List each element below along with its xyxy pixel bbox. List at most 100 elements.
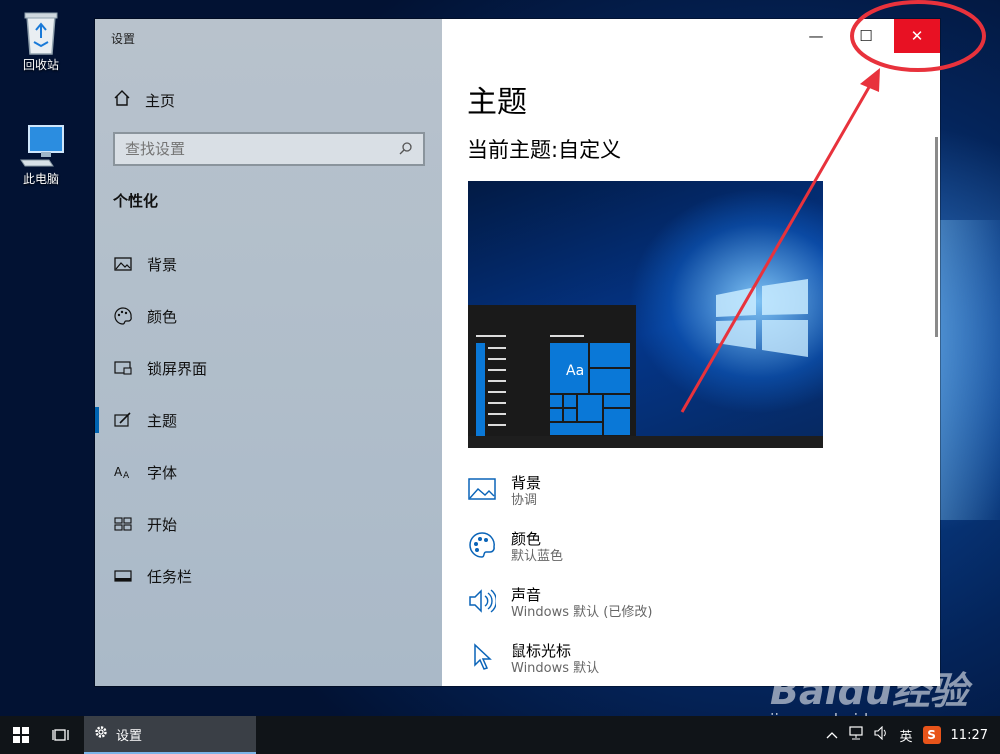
setting-row-cursor[interactable]: 鼠标光标 Windows 默认 [467, 642, 599, 678]
task-view-icon [52, 729, 69, 741]
current-theme-label: 当前主题:自定义 [467, 138, 622, 162]
sidebar-item-label: 锁屏界面 [147, 359, 208, 378]
start-tiles-icon [113, 514, 133, 534]
ime-indicator[interactable]: 英 [900, 726, 913, 745]
lock-screen-icon [113, 358, 133, 378]
setting-title: 声音 [511, 586, 542, 604]
network-icon[interactable] [848, 726, 864, 744]
search-icon[interactable] [399, 140, 413, 159]
settings-sidebar: 设置 主页 个性化 背景 颜色 [95, 19, 442, 686]
gear-icon [94, 725, 108, 743]
clock[interactable]: 11:27 [951, 728, 988, 743]
windows-logo-icon [13, 727, 29, 743]
preview-tile [604, 409, 630, 435]
search-input[interactable] [125, 140, 375, 158]
preview-menu-line [476, 335, 506, 337]
preview-menu-line [488, 424, 506, 426]
page-title: 主题 [467, 85, 527, 120]
theme-preview: Aa [468, 181, 823, 448]
search-box[interactable] [113, 132, 425, 166]
picture-icon [113, 254, 133, 274]
svg-text:A: A [123, 471, 130, 480]
sidebar-item-label: 颜色 [147, 307, 178, 326]
palette-icon [113, 306, 133, 326]
sidebar-item-taskbar[interactable]: 任务栏 [113, 564, 192, 588]
settings-window: 设置 主页 个性化 背景 颜色 [95, 19, 940, 686]
recycle-bin-icon [19, 8, 63, 55]
desktop-icon-this-pc[interactable]: 此电脑 [6, 122, 76, 187]
desktop-icon-label: 回收站 [22, 58, 59, 72]
speaker-icon [467, 586, 497, 616]
picture-icon [467, 474, 497, 504]
sidebar-item-themes[interactable]: 主题 [113, 408, 177, 432]
preview-menu-line [488, 391, 506, 393]
preview-menu-line [488, 369, 506, 371]
windows-logo-light [716, 279, 808, 357]
preview-tile [590, 343, 630, 367]
setting-title: 颜色 [511, 530, 542, 548]
settings-content: — ☐ ✕ 主题 当前主题:自定义 Aa 背景 协调 颜色 默认蓝色 声音 Wi… [442, 19, 940, 686]
taskbar-app-settings[interactable]: 设置 [84, 716, 256, 754]
setting-row-background[interactable]: 背景 协调 [467, 474, 541, 510]
home-icon [113, 89, 131, 111]
preview-menu-line [488, 413, 506, 415]
close-button[interactable]: ✕ [894, 19, 940, 53]
sidebar-item-label: 任务栏 [147, 567, 193, 586]
sidebar-item-lock-screen[interactable]: 锁屏界面 [113, 356, 207, 380]
cursor-icon [467, 642, 497, 672]
preview-menu-line [488, 402, 506, 404]
preview-menu-line [488, 358, 506, 360]
theme-brush-icon [113, 410, 133, 430]
sidebar-home[interactable]: 主页 [113, 89, 175, 111]
sidebar-item-label: 背景 [147, 255, 178, 274]
preview-tile [604, 395, 630, 407]
task-view-button[interactable] [42, 716, 80, 754]
preview-tile [550, 395, 562, 407]
sidebar-item-start[interactable]: 开始 [113, 512, 177, 536]
setting-value: 协调 [511, 493, 538, 508]
maximize-button[interactable]: ☐ [844, 19, 888, 53]
svg-text:A: A [114, 465, 123, 479]
sidebar-item-label: 开始 [147, 515, 178, 534]
taskbar-icon [113, 566, 133, 586]
desktop-icon-recycle-bin[interactable]: 回收站 [6, 8, 76, 73]
sidebar-home-label: 主页 [145, 91, 176, 110]
start-button[interactable] [0, 716, 42, 754]
preview-tile [550, 423, 602, 435]
scrollbar-thumb[interactable] [935, 137, 938, 337]
font-icon: AA [113, 462, 133, 482]
desktop-icon-label: 此电脑 [22, 172, 59, 186]
taskbar-app-label: 设置 [116, 728, 143, 744]
preview-tile [578, 395, 602, 421]
preview-tile [590, 369, 630, 393]
watermark-logo: Baidu经验 [770, 669, 968, 713]
palette-icon [467, 530, 497, 560]
desktop-wallpaper-glow [940, 220, 1000, 520]
sidebar-item-label: 字体 [147, 463, 178, 482]
taskbar: 设置 英 S 11:27 [0, 716, 1000, 754]
computer-icon [19, 122, 64, 167]
setting-value: 默认蓝色 [511, 549, 564, 564]
preview-tile [550, 409, 562, 421]
sidebar-section-title: 个性化 [113, 192, 159, 210]
setting-title: 鼠标光标 [511, 642, 572, 660]
sidebar-item-fonts[interactable]: AA 字体 [113, 460, 177, 484]
setting-value: Windows 默认 (已修改) [511, 605, 653, 620]
sogou-ime-icon[interactable]: S [922, 726, 941, 744]
minimize-button[interactable]: — [794, 19, 838, 53]
preview-aa-text: Aa [566, 363, 585, 379]
setting-row-colors[interactable]: 颜色 默认蓝色 [467, 530, 563, 566]
setting-row-sounds[interactable]: 声音 Windows 默认 (已修改) [467, 586, 652, 622]
sidebar-item-background[interactable]: 背景 [113, 252, 177, 276]
volume-icon[interactable] [873, 725, 890, 744]
window-title: 设置 [111, 32, 136, 46]
preview-tile [564, 409, 576, 421]
sidebar-item-colors[interactable]: 颜色 [113, 304, 177, 328]
preview-tile [476, 343, 485, 436]
preview-menu-line [550, 335, 584, 337]
sidebar-item-label: 主题 [147, 411, 178, 430]
preview-tile [564, 395, 576, 407]
chevron-up-icon[interactable] [826, 728, 838, 743]
preview-taskbar [468, 436, 823, 448]
preview-menu-line [488, 380, 506, 382]
